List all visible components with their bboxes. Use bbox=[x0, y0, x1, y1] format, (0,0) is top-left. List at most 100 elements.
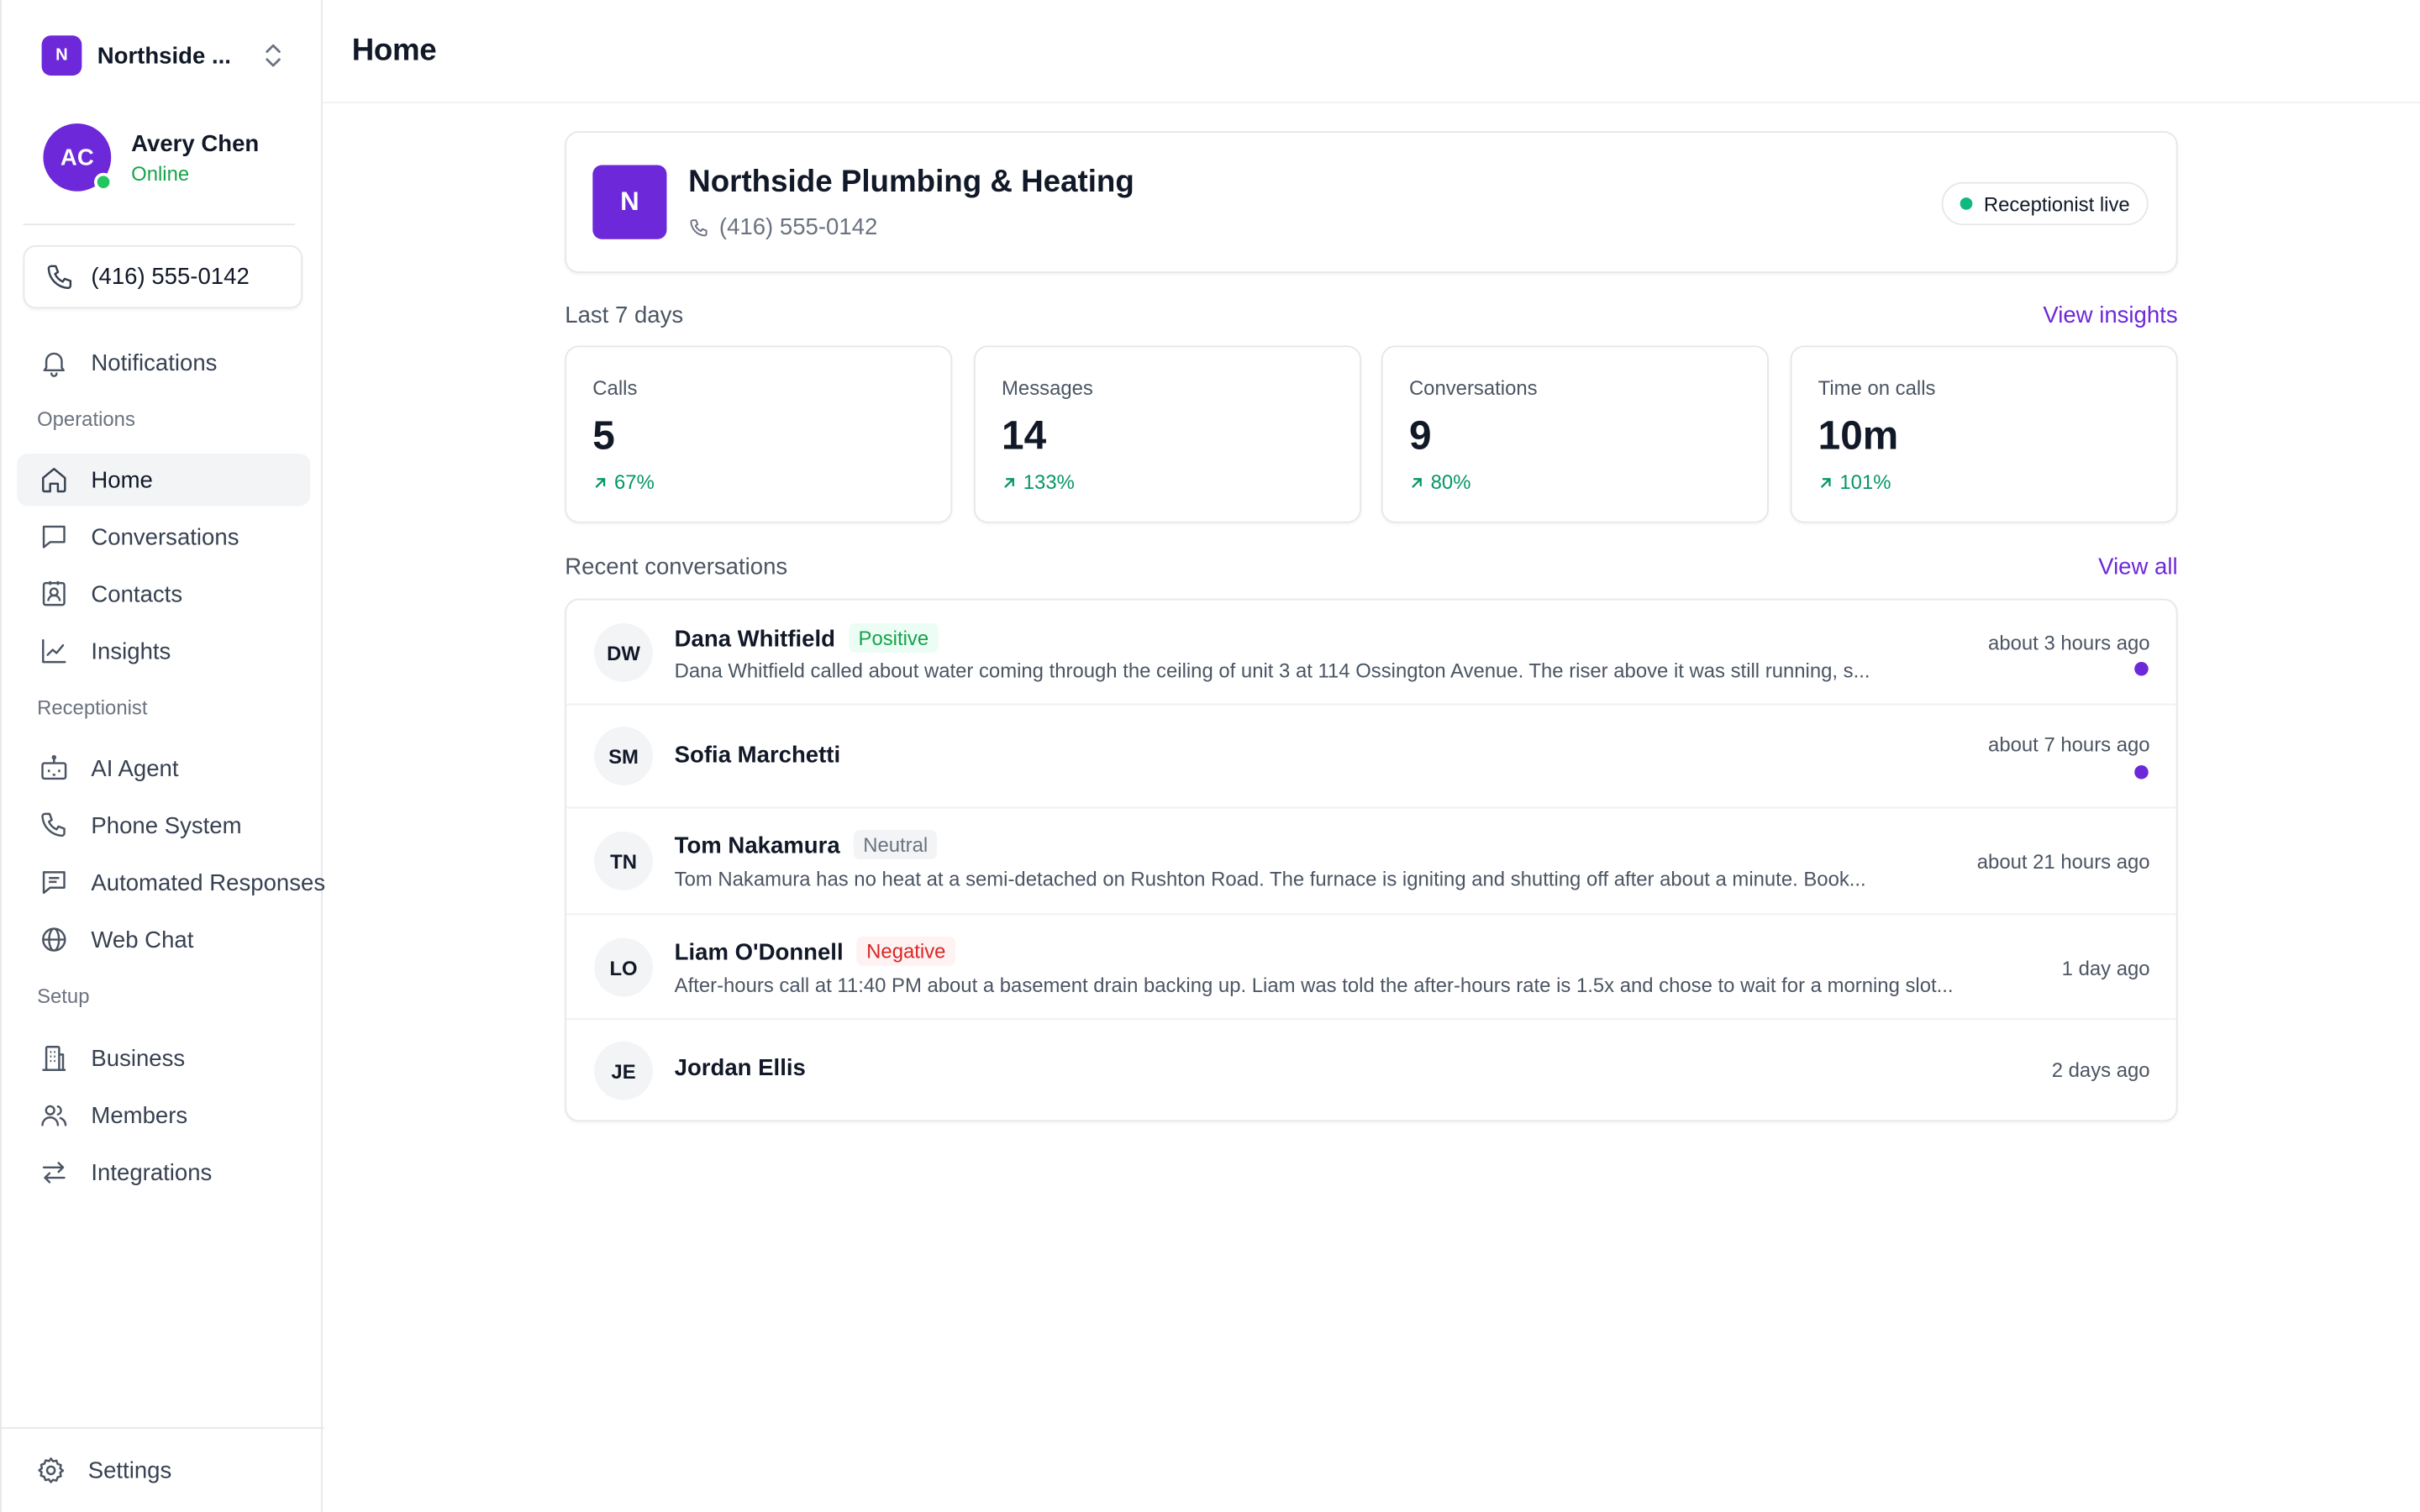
sidebar-item-business[interactable]: Business bbox=[17, 1032, 310, 1084]
sidebar-item-home[interactable]: Home bbox=[17, 454, 311, 507]
globe-icon bbox=[42, 927, 66, 952]
sidebar-item-label: Phone System bbox=[91, 812, 242, 839]
conversation-row[interactable]: JE Jordan Ellis 2 days ago bbox=[566, 1020, 2176, 1120]
sidebar-item-automated-responses[interactable]: Automated Responses bbox=[17, 856, 325, 908]
sidebar-item-members[interactable]: Members bbox=[17, 1089, 310, 1142]
stat-change: 80% bbox=[1409, 470, 1470, 494]
avatar-initials: AC bbox=[60, 144, 94, 171]
user-status: Online bbox=[131, 160, 190, 185]
building-icon bbox=[42, 1046, 66, 1072]
conversation-time: about 3 hours ago bbox=[1988, 631, 2150, 654]
avatar: LO bbox=[594, 937, 653, 997]
section-label-receptionist: Receptionist bbox=[37, 696, 148, 719]
sidebar-item-label: Conversations bbox=[91, 523, 239, 550]
unread-indicator bbox=[2134, 661, 2149, 676]
workspace-logo: N bbox=[41, 35, 82, 76]
sidebar-item-insights[interactable]: Insights bbox=[17, 625, 310, 677]
conversation-snippet: Tom Nakamura has no heat at a semi-detac… bbox=[674, 867, 1866, 890]
section-label-operations: Operations bbox=[37, 407, 135, 431]
status-text: Receptionist live bbox=[1983, 192, 2130, 216]
avatar: AC bbox=[43, 123, 113, 192]
sidebar-item-contacts[interactable]: Contacts bbox=[17, 568, 310, 620]
conversation-time: about 7 hours ago bbox=[1988, 732, 2150, 757]
sidebar-item-label: Automated Responses bbox=[91, 869, 326, 896]
robot-icon bbox=[41, 754, 67, 780]
stat-value: 9 bbox=[1408, 412, 1432, 459]
arrow-up-right-icon bbox=[1412, 477, 1422, 487]
conversation-time: 2 days ago bbox=[2051, 1058, 2150, 1082]
top-bar: Home bbox=[322, 0, 2420, 104]
sidebar-item-conversations[interactable]: Conversations bbox=[17, 511, 310, 563]
users-icon bbox=[41, 1105, 67, 1126]
sidebar-item-web-chat[interactable]: Web Chat bbox=[17, 913, 310, 965]
arrow-up-right-icon bbox=[595, 477, 606, 487]
sidebar-item-settings[interactable]: Settings bbox=[14, 1444, 308, 1496]
user-name: Avery Chen bbox=[131, 130, 260, 157]
chat-bubble-icon bbox=[42, 525, 66, 549]
conversation-time: about 21 hours ago bbox=[1976, 850, 2150, 874]
contact-name: Sofia Marchetti bbox=[674, 742, 841, 769]
sidebar-item-ai-agent[interactable]: AI Agent bbox=[17, 742, 310, 794]
conversation-snippet: After-hours call at 11:40 PM about a bas… bbox=[674, 973, 1954, 997]
stat-card-time-on-calls[interactable]: Time on calls 10m 101% bbox=[1790, 345, 2178, 523]
sidebar-item-label: Contacts bbox=[91, 580, 183, 607]
home-icon bbox=[42, 467, 66, 493]
conversation-row[interactable]: TN Tom Nakamura Neutral Tom Nakamura has … bbox=[566, 808, 2176, 916]
sentiment-badge: Neutral bbox=[854, 830, 938, 860]
line-chart-icon bbox=[42, 638, 66, 664]
phone-number-button[interactable]: (416) 555-0142 bbox=[23, 245, 303, 309]
conversation-row[interactable]: DW Dana Whitfield Positive Dana Whitfield… bbox=[566, 600, 2176, 706]
sentiment-badge: Positive bbox=[849, 623, 939, 653]
sidebar-item-label: Settings bbox=[87, 1457, 172, 1484]
stat-label: Time on calls bbox=[1818, 376, 1936, 400]
unread-indicator bbox=[2134, 765, 2149, 780]
sidebar-item-phone-system[interactable]: Phone System bbox=[17, 799, 310, 851]
stat-label: Conversations bbox=[1408, 376, 1538, 400]
phone-icon bbox=[47, 264, 72, 289]
business-logo: N bbox=[592, 165, 667, 239]
phone-icon bbox=[41, 812, 66, 837]
section-label-setup: Setup bbox=[37, 984, 90, 1008]
contact-name-text: Dana Whitfield bbox=[674, 626, 835, 653]
view-insights-link[interactable]: View insights bbox=[2043, 302, 2177, 328]
contact-name: Dana Whitfield Positive bbox=[675, 623, 939, 653]
stat-card-conversations[interactable]: Conversations 9 80% bbox=[1381, 345, 1769, 523]
arrows-swap-icon bbox=[42, 1162, 66, 1184]
avatar: TN bbox=[594, 832, 653, 890]
online-indicator bbox=[94, 172, 113, 192]
contact-name: Tom Nakamura Neutral bbox=[674, 830, 938, 860]
arrow-up-right-icon bbox=[1004, 477, 1014, 487]
conversation-row[interactable]: LO Liam O'Donnell Negative After-hours ca… bbox=[566, 915, 2176, 1021]
contact-name: Jordan Ellis bbox=[674, 1055, 806, 1082]
workspace-switcher[interactable]: N Northside ... bbox=[41, 35, 289, 76]
sidebar-item-label: Web Chat bbox=[91, 926, 194, 953]
sidebar-item-label: Integrations bbox=[91, 1159, 213, 1186]
sidebar-item-label: Members bbox=[91, 1102, 188, 1129]
stat-value: 5 bbox=[592, 412, 615, 459]
phone-icon bbox=[690, 218, 708, 236]
stat-card-calls[interactable]: Calls 5 67% bbox=[565, 345, 953, 523]
status-badge: Receptionist live bbox=[1942, 181, 2149, 226]
stat-value: 10m bbox=[1818, 412, 1899, 459]
divider bbox=[1, 1426, 324, 1429]
business-phone-number: (416) 555-0142 bbox=[718, 214, 878, 241]
business-card: N Northside Plumbing & Heating (416) 555… bbox=[565, 131, 2178, 274]
sidebar-item-notifications[interactable]: Notifications bbox=[17, 336, 310, 388]
divider bbox=[23, 223, 295, 226]
stat-card-messages[interactable]: Messages 14 133% bbox=[973, 345, 1362, 523]
contact-name-text: Tom Nakamura bbox=[674, 832, 840, 860]
avatar: JE bbox=[594, 1041, 653, 1100]
sidebar-item-integrations[interactable]: Integrations bbox=[17, 1147, 310, 1199]
arrow-up-right-icon bbox=[1821, 477, 1831, 487]
workspace-name: Northside ... bbox=[97, 42, 231, 69]
chevron-up-down-icon bbox=[266, 44, 281, 67]
stat-label: Messages bbox=[1002, 376, 1093, 400]
view-all-link[interactable]: View all bbox=[2098, 554, 2177, 580]
stat-value: 14 bbox=[1002, 412, 1047, 459]
message-text-icon bbox=[42, 871, 66, 895]
sentiment-badge: Negative bbox=[857, 936, 955, 966]
contact-name-text: Liam O'Donnell bbox=[674, 939, 844, 966]
page-title: Home bbox=[351, 34, 437, 68]
conversation-row[interactable]: SM Sofia Marchetti about 7 hours ago bbox=[566, 705, 2176, 809]
user-profile[interactable]: AC Avery Chen Online bbox=[43, 122, 305, 192]
